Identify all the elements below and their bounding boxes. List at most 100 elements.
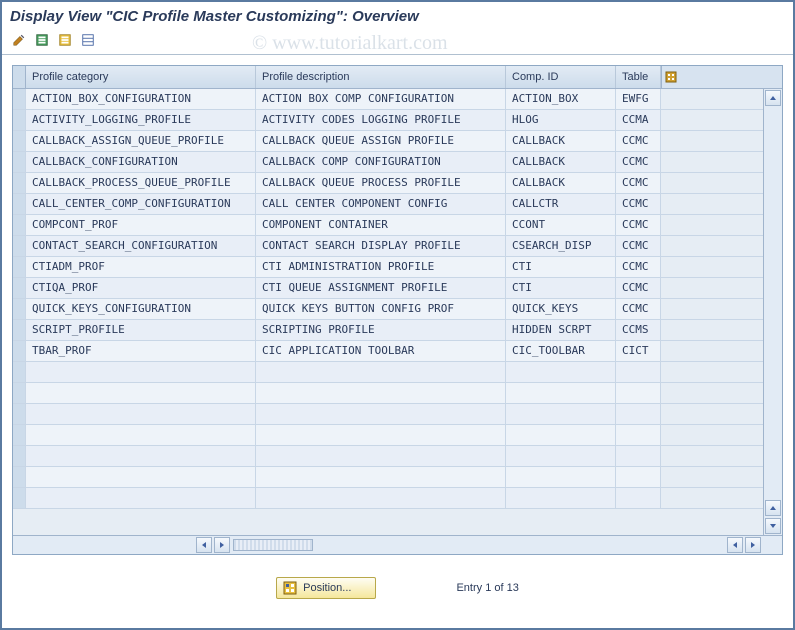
table-settings-button[interactable] [79, 31, 97, 49]
row-selector[interactable] [13, 362, 26, 382]
table-row[interactable] [13, 467, 763, 488]
table-row[interactable]: TBAR_PROFCIC APPLICATION TOOLBARCIC_TOOL… [13, 341, 763, 362]
cell-description[interactable] [256, 488, 506, 508]
column-header-table[interactable]: Table [616, 66, 661, 88]
row-selector[interactable] [13, 488, 26, 508]
cell-table[interactable]: CCMC [616, 194, 661, 214]
scroll-left-button-2[interactable] [727, 537, 743, 553]
table-row[interactable] [13, 362, 763, 383]
table-row[interactable]: CALLBACK_ASSIGN_QUEUE_PROFILECALLBACK QU… [13, 131, 763, 152]
column-header-category[interactable]: Profile category [26, 66, 256, 88]
table-row[interactable]: CALL_CENTER_COMP_CONFIGURATIONCALL CENTE… [13, 194, 763, 215]
cell-compid[interactable] [506, 404, 616, 424]
cell-table[interactable] [616, 425, 661, 445]
cell-table[interactable]: CCMC [616, 131, 661, 151]
row-selector[interactable] [13, 110, 26, 130]
scroll-up-button[interactable] [765, 90, 781, 106]
row-selector[interactable] [13, 320, 26, 340]
cell-compid[interactable] [506, 488, 616, 508]
row-selector[interactable] [13, 299, 26, 319]
cell-category[interactable]: SCRIPT_PROFILE [26, 320, 256, 340]
table-row[interactable]: CTIADM_PROFCTI ADMINISTRATION PROFILECTI… [13, 257, 763, 278]
column-config-button[interactable] [661, 66, 679, 88]
cell-category[interactable]: ACTIVITY_LOGGING_PROFILE [26, 110, 256, 130]
cell-category[interactable] [26, 383, 256, 403]
cell-compid[interactable]: CALLBACK [506, 152, 616, 172]
table-row[interactable] [13, 404, 763, 425]
scroll-right-button-2[interactable] [745, 537, 761, 553]
scroll-down-button[interactable] [765, 518, 781, 534]
cell-compid[interactable]: CTI [506, 257, 616, 277]
table-row[interactable]: SCRIPT_PROFILESCRIPTING PROFILEHIDDEN SC… [13, 320, 763, 341]
cell-table[interactable]: CCMC [616, 257, 661, 277]
column-header-compid[interactable]: Comp. ID [506, 66, 616, 88]
cell-category[interactable]: CALLBACK_ASSIGN_QUEUE_PROFILE [26, 131, 256, 151]
select-all-button[interactable] [33, 31, 51, 49]
table-row[interactable] [13, 383, 763, 404]
table-row[interactable] [13, 425, 763, 446]
cell-description[interactable]: CTI QUEUE ASSIGNMENT PROFILE [256, 278, 506, 298]
cell-compid[interactable]: QUICK_KEYS [506, 299, 616, 319]
cell-category[interactable] [26, 488, 256, 508]
toggle-edit-button[interactable] [10, 31, 28, 49]
cell-description[interactable]: CTI ADMINISTRATION PROFILE [256, 257, 506, 277]
cell-description[interactable]: SCRIPTING PROFILE [256, 320, 506, 340]
cell-table[interactable]: CCMC [616, 215, 661, 235]
row-selector[interactable] [13, 152, 26, 172]
row-selector[interactable] [13, 131, 26, 151]
cell-description[interactable]: CALLBACK COMP CONFIGURATION [256, 152, 506, 172]
row-selector[interactable] [13, 257, 26, 277]
cell-category[interactable] [26, 362, 256, 382]
row-selector[interactable] [13, 383, 26, 403]
cell-table[interactable] [616, 467, 661, 487]
cell-category[interactable]: QUICK_KEYS_CONFIGURATION [26, 299, 256, 319]
cell-category[interactable]: ACTION_BOX_CONFIGURATION [26, 89, 256, 109]
cell-description[interactable]: CONTACT SEARCH DISPLAY PROFILE [256, 236, 506, 256]
row-selector[interactable] [13, 194, 26, 214]
cell-compid[interactable]: CTI [506, 278, 616, 298]
table-row[interactable] [13, 488, 763, 509]
cell-category[interactable]: CALLBACK_CONFIGURATION [26, 152, 256, 172]
cell-compid[interactable] [506, 425, 616, 445]
cell-table[interactable] [616, 446, 661, 466]
cell-compid[interactable]: CCONT [506, 215, 616, 235]
cell-description[interactable]: QUICK KEYS BUTTON CONFIG PROF [256, 299, 506, 319]
cell-category[interactable] [26, 404, 256, 424]
cell-compid[interactable]: CALLCTR [506, 194, 616, 214]
row-selector[interactable] [13, 89, 26, 109]
scroll-up-step-button[interactable] [765, 500, 781, 516]
table-row[interactable]: QUICK_KEYS_CONFIGURATIONQUICK KEYS BUTTO… [13, 299, 763, 320]
cell-description[interactable] [256, 467, 506, 487]
cell-compid[interactable] [506, 446, 616, 466]
row-selector[interactable] [13, 341, 26, 361]
cell-table[interactable]: EWFG [616, 89, 661, 109]
cell-category[interactable]: TBAR_PROF [26, 341, 256, 361]
cell-description[interactable] [256, 446, 506, 466]
cell-compid[interactable]: CIC_TOOLBAR [506, 341, 616, 361]
horizontal-scrollbar[interactable] [13, 535, 782, 554]
cell-table[interactable] [616, 383, 661, 403]
cell-compid[interactable]: ACTION_BOX [506, 89, 616, 109]
cell-table[interactable]: CCMC [616, 299, 661, 319]
cell-category[interactable] [26, 467, 256, 487]
vertical-scrollbar[interactable] [763, 89, 782, 535]
cell-description[interactable] [256, 404, 506, 424]
row-selector[interactable] [13, 446, 26, 466]
cell-table[interactable] [616, 404, 661, 424]
cell-compid[interactable]: CSEARCH_DISP [506, 236, 616, 256]
cell-description[interactable]: CIC APPLICATION TOOLBAR [256, 341, 506, 361]
row-selector[interactable] [13, 467, 26, 487]
row-selector[interactable] [13, 404, 26, 424]
cell-table[interactable]: CCMC [616, 278, 661, 298]
scroll-right-button[interactable] [214, 537, 230, 553]
cell-table[interactable]: CCMC [616, 173, 661, 193]
cell-category[interactable]: CONTACT_SEARCH_CONFIGURATION [26, 236, 256, 256]
cell-description[interactable]: CALL CENTER COMPONENT CONFIG [256, 194, 506, 214]
cell-compid[interactable]: CALLBACK [506, 173, 616, 193]
cell-compid[interactable] [506, 362, 616, 382]
cell-category[interactable] [26, 446, 256, 466]
cell-compid[interactable]: HLOG [506, 110, 616, 130]
cell-category[interactable]: COMPCONT_PROF [26, 215, 256, 235]
cell-table[interactable] [616, 362, 661, 382]
table-row[interactable]: COMPCONT_PROFCOMPONENT CONTAINERCCONTCCM… [13, 215, 763, 236]
